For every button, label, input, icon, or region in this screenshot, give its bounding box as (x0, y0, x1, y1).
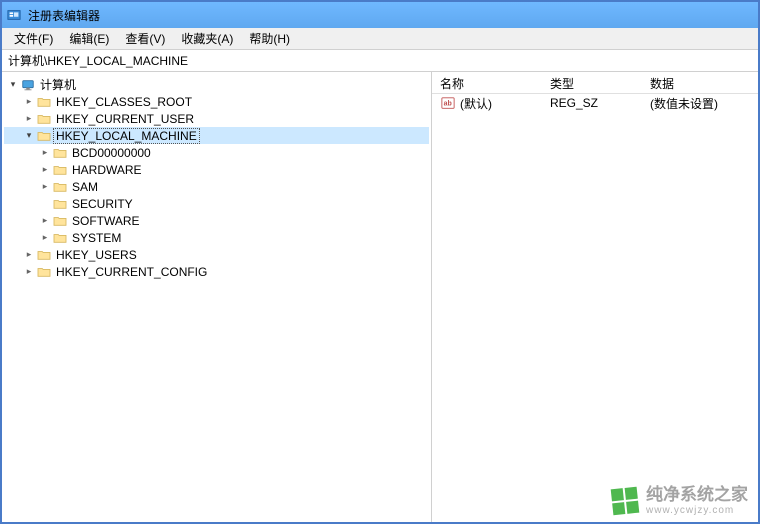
folder-icon (36, 264, 52, 280)
content-area: ▾ 计算机 ▸ HKEY_CLASSES_ROOT ▸ HKEY_CURRENT… (2, 72, 758, 522)
list-pane[interactable]: 名称 类型 数据 ab (默认) REG_SZ (数值未设置) (432, 72, 758, 522)
tree-item-security[interactable]: SECURITY (4, 195, 429, 212)
window-title: 注册表编辑器 (28, 7, 100, 24)
tree-item-hku[interactable]: ▸ HKEY_USERS (4, 246, 429, 263)
address-input[interactable] (8, 54, 752, 68)
tree-label: SOFTWARE (70, 214, 142, 228)
tree-label: HARDWARE (70, 163, 144, 177)
chevron-right-icon[interactable]: ▸ (38, 231, 52, 245)
tree-label: HKEY_CURRENT_CONFIG (54, 265, 209, 279)
folder-icon (52, 196, 68, 212)
addressbar (2, 50, 758, 72)
menu-favorites[interactable]: 收藏夹(A) (173, 28, 241, 49)
tree-item-sam[interactable]: ▸ SAM (4, 178, 429, 195)
menubar: 文件(F) 编辑(E) 查看(V) 收藏夹(A) 帮助(H) (2, 28, 758, 50)
column-data[interactable]: 数据 (642, 72, 758, 93)
chevron-right-icon[interactable]: ▸ (38, 180, 52, 194)
chevron-right-icon[interactable]: ▸ (22, 248, 36, 262)
menu-help[interactable]: 帮助(H) (241, 28, 298, 49)
tree-item-hardware[interactable]: ▸ HARDWARE (4, 161, 429, 178)
tree-label: SAM (70, 180, 100, 194)
menu-edit[interactable]: 编辑(E) (61, 28, 117, 49)
tree-label: HKEY_CLASSES_ROOT (54, 95, 194, 109)
tree-root-computer[interactable]: ▾ 计算机 (4, 76, 429, 93)
regedit-icon (6, 7, 22, 23)
folder-icon (52, 145, 68, 161)
tree-label: 计算机 (38, 76, 78, 93)
column-type[interactable]: 类型 (542, 72, 642, 93)
folder-icon (36, 128, 52, 144)
tree-item-hklm[interactable]: ▾ HKEY_LOCAL_MACHINE (4, 127, 429, 144)
folder-icon (52, 179, 68, 195)
column-name[interactable]: 名称 (432, 72, 542, 93)
tree-pane[interactable]: ▾ 计算机 ▸ HKEY_CLASSES_ROOT ▸ HKEY_CURRENT… (2, 72, 432, 522)
chevron-right-icon[interactable]: ▸ (22, 265, 36, 279)
folder-icon (52, 213, 68, 229)
folder-icon (36, 111, 52, 127)
tree-item-bcd[interactable]: ▸ BCD00000000 (4, 144, 429, 161)
computer-icon (20, 77, 36, 93)
cell-type: REG_SZ (542, 95, 642, 111)
folder-icon (36, 247, 52, 263)
folder-icon (52, 162, 68, 178)
chevron-right-icon[interactable]: ▸ (38, 214, 52, 228)
chevron-down-icon[interactable]: ▾ (22, 129, 36, 143)
tree-label: HKEY_LOCAL_MACHINE (54, 129, 199, 143)
list-header: 名称 类型 数据 (432, 72, 758, 94)
tree-item-hkcu[interactable]: ▸ HKEY_CURRENT_USER (4, 110, 429, 127)
list-row[interactable]: ab (默认) REG_SZ (数值未设置) (432, 94, 758, 112)
chevron-right-icon[interactable]: ▸ (22, 95, 36, 109)
tree-label: BCD00000000 (70, 146, 153, 160)
tree-label: HKEY_USERS (54, 248, 139, 262)
folder-icon (36, 94, 52, 110)
menu-view[interactable]: 查看(V) (117, 28, 173, 49)
tree-label: SECURITY (70, 197, 135, 211)
svg-text:ab: ab (444, 101, 452, 108)
chevron-right-icon[interactable]: ▸ (22, 112, 36, 126)
tree-label: HKEY_CURRENT_USER (54, 112, 196, 126)
chevron-right-icon[interactable]: ▸ (38, 146, 52, 160)
value-name: (默认) (460, 95, 492, 112)
menu-file[interactable]: 文件(F) (6, 28, 61, 49)
folder-icon (52, 230, 68, 246)
titlebar: 注册表编辑器 (2, 2, 758, 28)
tree-item-hkcr[interactable]: ▸ HKEY_CLASSES_ROOT (4, 93, 429, 110)
cell-name: ab (默认) (432, 94, 542, 113)
chevron-down-icon[interactable]: ▾ (6, 78, 20, 92)
chevron-right-icon[interactable]: ▸ (38, 163, 52, 177)
tree-item-system[interactable]: ▸ SYSTEM (4, 229, 429, 246)
cell-data: (数值未设置) (642, 94, 758, 113)
expander-empty (38, 197, 52, 211)
string-value-icon: ab (440, 95, 456, 111)
tree-label: SYSTEM (70, 231, 123, 245)
tree-item-hkcc[interactable]: ▸ HKEY_CURRENT_CONFIG (4, 263, 429, 280)
tree-item-software[interactable]: ▸ SOFTWARE (4, 212, 429, 229)
